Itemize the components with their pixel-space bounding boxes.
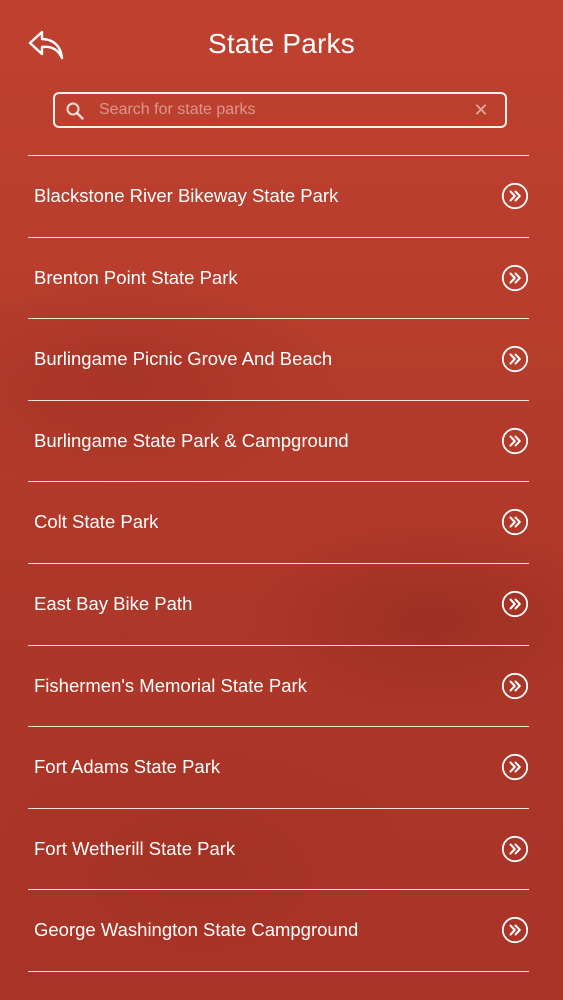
close-icon[interactable]: ✕ xyxy=(471,99,491,121)
search-bar: ✕ xyxy=(53,92,507,128)
list-item[interactable]: Blackstone River Bikeway State Park xyxy=(28,156,529,238)
list-item-label: Fort Adams State Park xyxy=(34,756,221,778)
app-screen: State Parks ✕ Blackstone River Bikeway S… xyxy=(0,0,563,1000)
double-chevron-right-circle-icon xyxy=(501,182,529,210)
park-list: Blackstone River Bikeway State Park Bren… xyxy=(28,155,529,972)
list-item[interactable]: Fort Wetherill State Park xyxy=(28,809,529,891)
list-item[interactable]: Fishermen's Memorial State Park xyxy=(28,646,529,728)
double-chevron-right-circle-icon xyxy=(501,509,529,536)
list-item-label: Burlingame Picnic Grove And Beach xyxy=(34,348,333,370)
list-item[interactable]: East Bay Bike Path xyxy=(28,564,529,646)
double-chevron-right-circle-icon xyxy=(501,346,529,373)
list-item-label: Burlingame State Park & Campground xyxy=(34,429,349,451)
list-item-label: Fishermen's Memorial State Park xyxy=(34,674,307,696)
header: State Parks xyxy=(0,0,563,90)
list-item-label: Brenton Point State Park xyxy=(34,266,238,288)
list-item-label: Blackstone River Bikeway State Park xyxy=(34,185,339,206)
list-item[interactable]: Fort Adams State Park xyxy=(28,727,529,809)
list-item[interactable]: Burlingame Picnic Grove And Beach xyxy=(28,319,529,401)
list-item-label: Colt State Park xyxy=(34,511,159,533)
double-chevron-right-circle-icon xyxy=(501,590,529,618)
list-item[interactable]: Colt State Park xyxy=(28,482,529,564)
double-chevron-right-circle-icon xyxy=(501,754,529,781)
double-chevron-right-circle-icon xyxy=(501,672,529,699)
double-chevron-right-circle-icon xyxy=(501,427,529,454)
list-item[interactable]: Burlingame State Park & Campground xyxy=(28,401,529,483)
double-chevron-right-circle-icon xyxy=(501,835,529,862)
list-item-label: East Bay Bike Path xyxy=(34,592,193,614)
list-item-label: Fort Wetherill State Park xyxy=(34,837,236,859)
page-title: State Parks xyxy=(208,28,355,59)
double-chevron-right-circle-icon xyxy=(501,917,529,944)
search-icon xyxy=(66,102,84,120)
search-input[interactable] xyxy=(99,96,469,124)
double-chevron-right-circle-icon xyxy=(501,264,529,291)
list-item-label: George Washington State Campground xyxy=(34,919,359,941)
list-item[interactable]: George Washington State Campground xyxy=(28,890,529,972)
list-item[interactable]: Brenton Point State Park xyxy=(28,238,529,320)
